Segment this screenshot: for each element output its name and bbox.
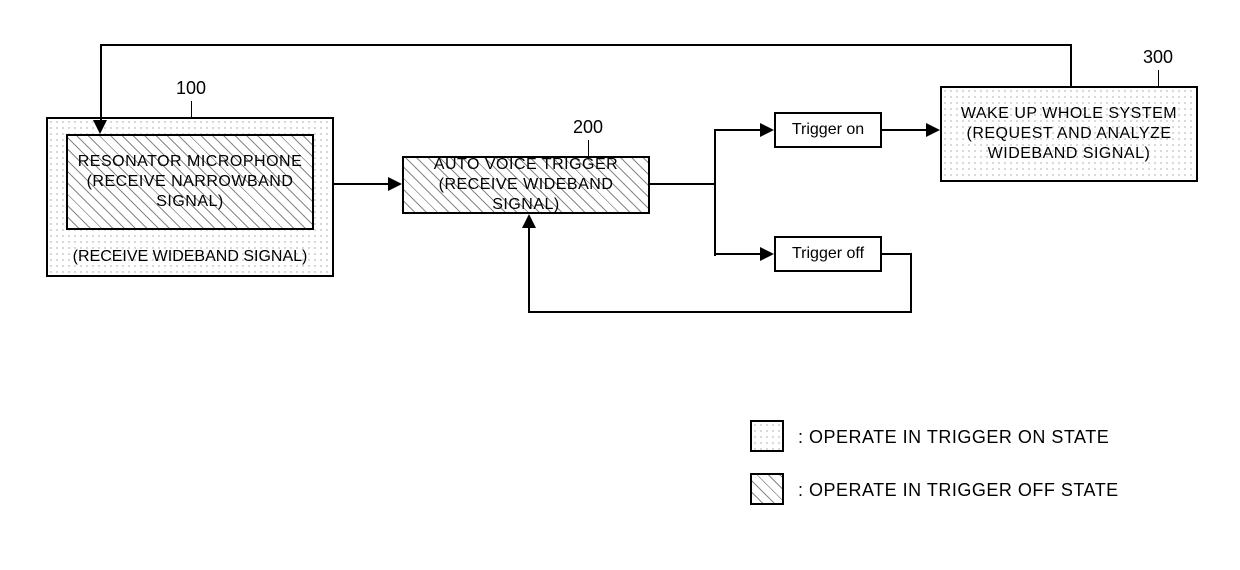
block-200-lead — [588, 140, 589, 156]
trigger-on-label: Trigger on — [792, 120, 864, 140]
branch-to-trigger-on-line — [714, 129, 760, 131]
fb-300-head — [93, 120, 107, 134]
branch-to-trigger-on-head — [760, 123, 774, 137]
block-300-number: 300 — [1143, 47, 1173, 68]
branch-to-trigger-off-head — [760, 247, 774, 261]
legend-swatch-on — [750, 420, 784, 452]
block-200-text: AUTO VOICE TRIGGER (RECEIVE WIDEBAND SIG… — [404, 151, 648, 219]
fb-off-h2 — [528, 311, 912, 313]
trigger-off-label: Trigger off — [792, 244, 864, 264]
trigger-on-box: Trigger on — [774, 112, 882, 148]
block-200-number: 200 — [573, 117, 603, 138]
arrow-on-to-300-line — [882, 129, 926, 131]
block-300-text: WAKE UP WHOLE SYSTEM (REQUEST AND ANALYZ… — [957, 100, 1181, 168]
legend-swatch-off — [750, 473, 784, 505]
legend-off-text: : OPERATE IN TRIGGER OFF STATE — [798, 480, 1119, 501]
split-vertical — [714, 130, 716, 256]
trigger-off-box: Trigger off — [774, 236, 882, 272]
arrow-200-out-line — [650, 183, 716, 185]
arrow-100-to-200-head — [388, 177, 402, 191]
block-100-number: 100 — [176, 78, 206, 99]
fb-off-v1 — [910, 253, 912, 313]
fb-off-v2 — [528, 228, 530, 313]
fb-300-h — [100, 44, 1072, 46]
legend-on-text: : OPERATE IN TRIGGER ON STATE — [798, 427, 1109, 448]
diagram-canvas: (RECEIVE WIDEBAND SIGNAL) RESONATOR MICR… — [0, 0, 1240, 570]
block-100-inner: RESONATOR MICROPHONE (RECEIVE NARROWBAND… — [66, 134, 314, 230]
block-100-lead — [191, 101, 192, 117]
branch-to-trigger-off-line — [714, 253, 760, 255]
block-300: WAKE UP WHOLE SYSTEM (REQUEST AND ANALYZ… — [940, 86, 1198, 182]
block-100-outer-label: (RECEIVE WIDEBAND SIGNAL) — [48, 247, 332, 267]
fb-300-v2 — [100, 44, 102, 120]
block-300-lead — [1158, 70, 1159, 86]
arrow-100-to-200-line — [334, 183, 388, 185]
block-200: AUTO VOICE TRIGGER (RECEIVE WIDEBAND SIG… — [402, 156, 650, 214]
block-100-text: RESONATOR MICROPHONE (RECEIVE NARROWBAND… — [74, 148, 307, 216]
fb-off-h1 — [882, 253, 912, 255]
arrow-on-to-300-head — [926, 123, 940, 137]
fb-off-head — [522, 214, 536, 228]
fb-300-v1 — [1070, 44, 1072, 86]
